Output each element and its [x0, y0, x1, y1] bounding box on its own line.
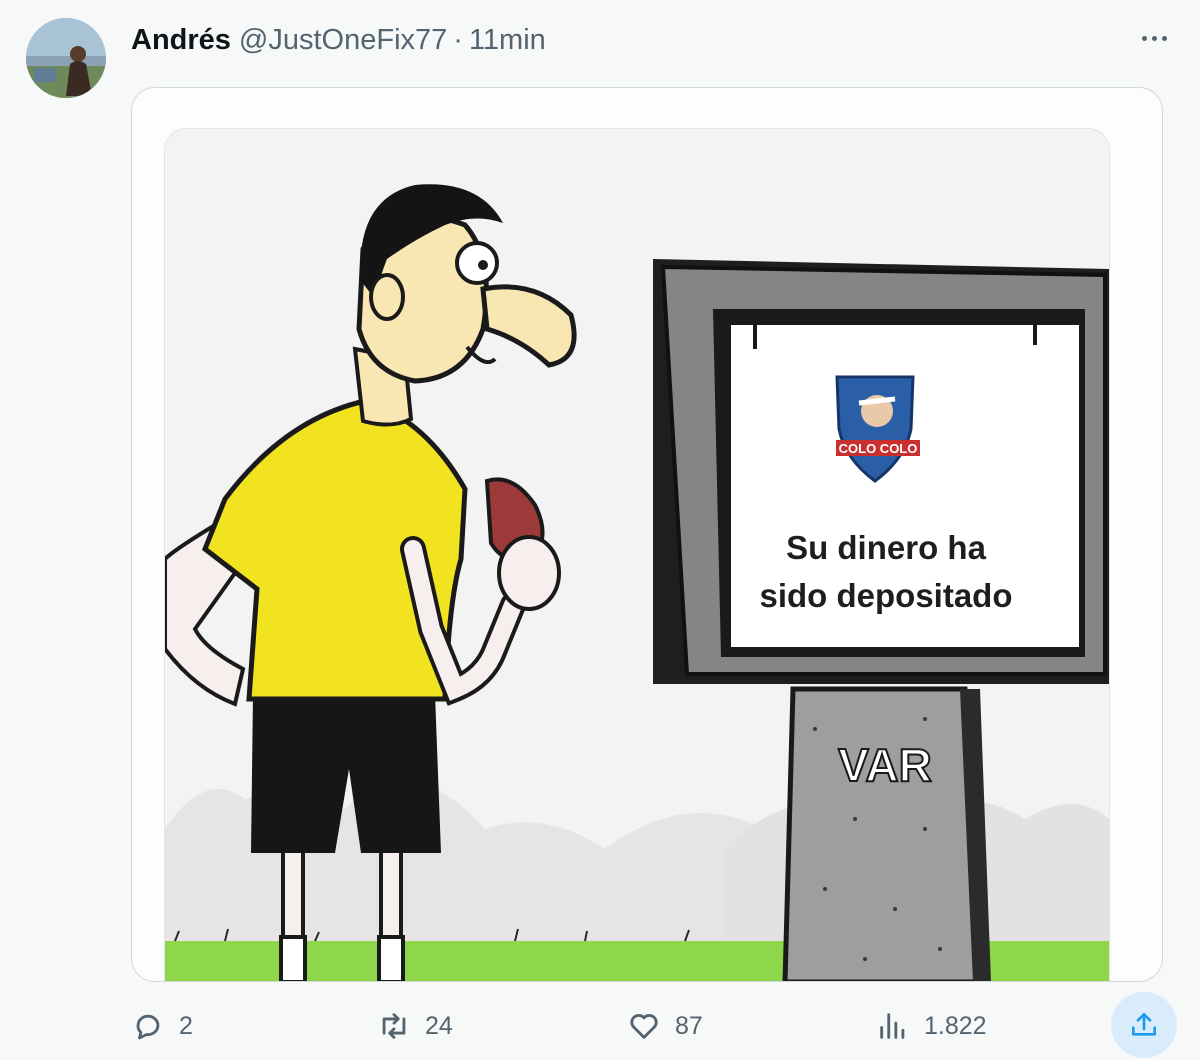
more-options-button[interactable] — [1136, 26, 1172, 50]
meme-illustration: VAR COLO COLO Su dinero ha sido deposita… — [165, 184, 1109, 981]
like-count: 87 — [675, 1011, 703, 1040]
retweet-icon — [382, 1013, 406, 1039]
screen-line-2: sido depositado — [759, 577, 1012, 614]
media-card[interactable]: VAR COLO COLO Su dinero ha sido deposita… — [131, 87, 1163, 982]
tweet-header: Andrés @JustOneFix77 · 11min — [131, 20, 546, 60]
views-count: 1.822 — [924, 1011, 987, 1040]
heart-icon — [630, 1014, 658, 1039]
retweet-count: 24 — [425, 1011, 453, 1040]
views-button[interactable]: 1.822 — [876, 1008, 987, 1044]
badge-text: COLO COLO — [839, 441, 918, 456]
share-icon — [1132, 1013, 1156, 1036]
author-handle[interactable]: @JustOneFix77 — [239, 24, 447, 57]
retweet-button[interactable]: 24 — [377, 1008, 453, 1044]
author-name[interactable]: Andrés — [131, 24, 231, 57]
more-dots-icon — [1151, 35, 1157, 41]
more-dots-icon — [1141, 35, 1147, 41]
more-dots-icon — [1161, 35, 1167, 41]
reply-icon — [136, 1014, 160, 1040]
separator-dot: · — [453, 23, 463, 56]
reply-button[interactable]: 2 — [131, 1008, 193, 1044]
avatar[interactable] — [26, 18, 106, 98]
views-icon — [880, 1013, 905, 1039]
var-label: VAR — [838, 739, 932, 791]
reply-count: 2 — [179, 1011, 193, 1040]
share-button[interactable] — [1111, 992, 1177, 1058]
screen-line-1: Su dinero ha — [786, 529, 987, 566]
like-button[interactable]: 87 — [627, 1008, 703, 1044]
meme-image[interactable]: VAR COLO COLO Su dinero ha sido deposita… — [164, 128, 1110, 981]
tweet-actions: 2 24 87 1.822 — [131, 998, 1171, 1054]
avatar-photo — [26, 18, 106, 98]
timestamp[interactable]: 11min — [469, 24, 546, 57]
